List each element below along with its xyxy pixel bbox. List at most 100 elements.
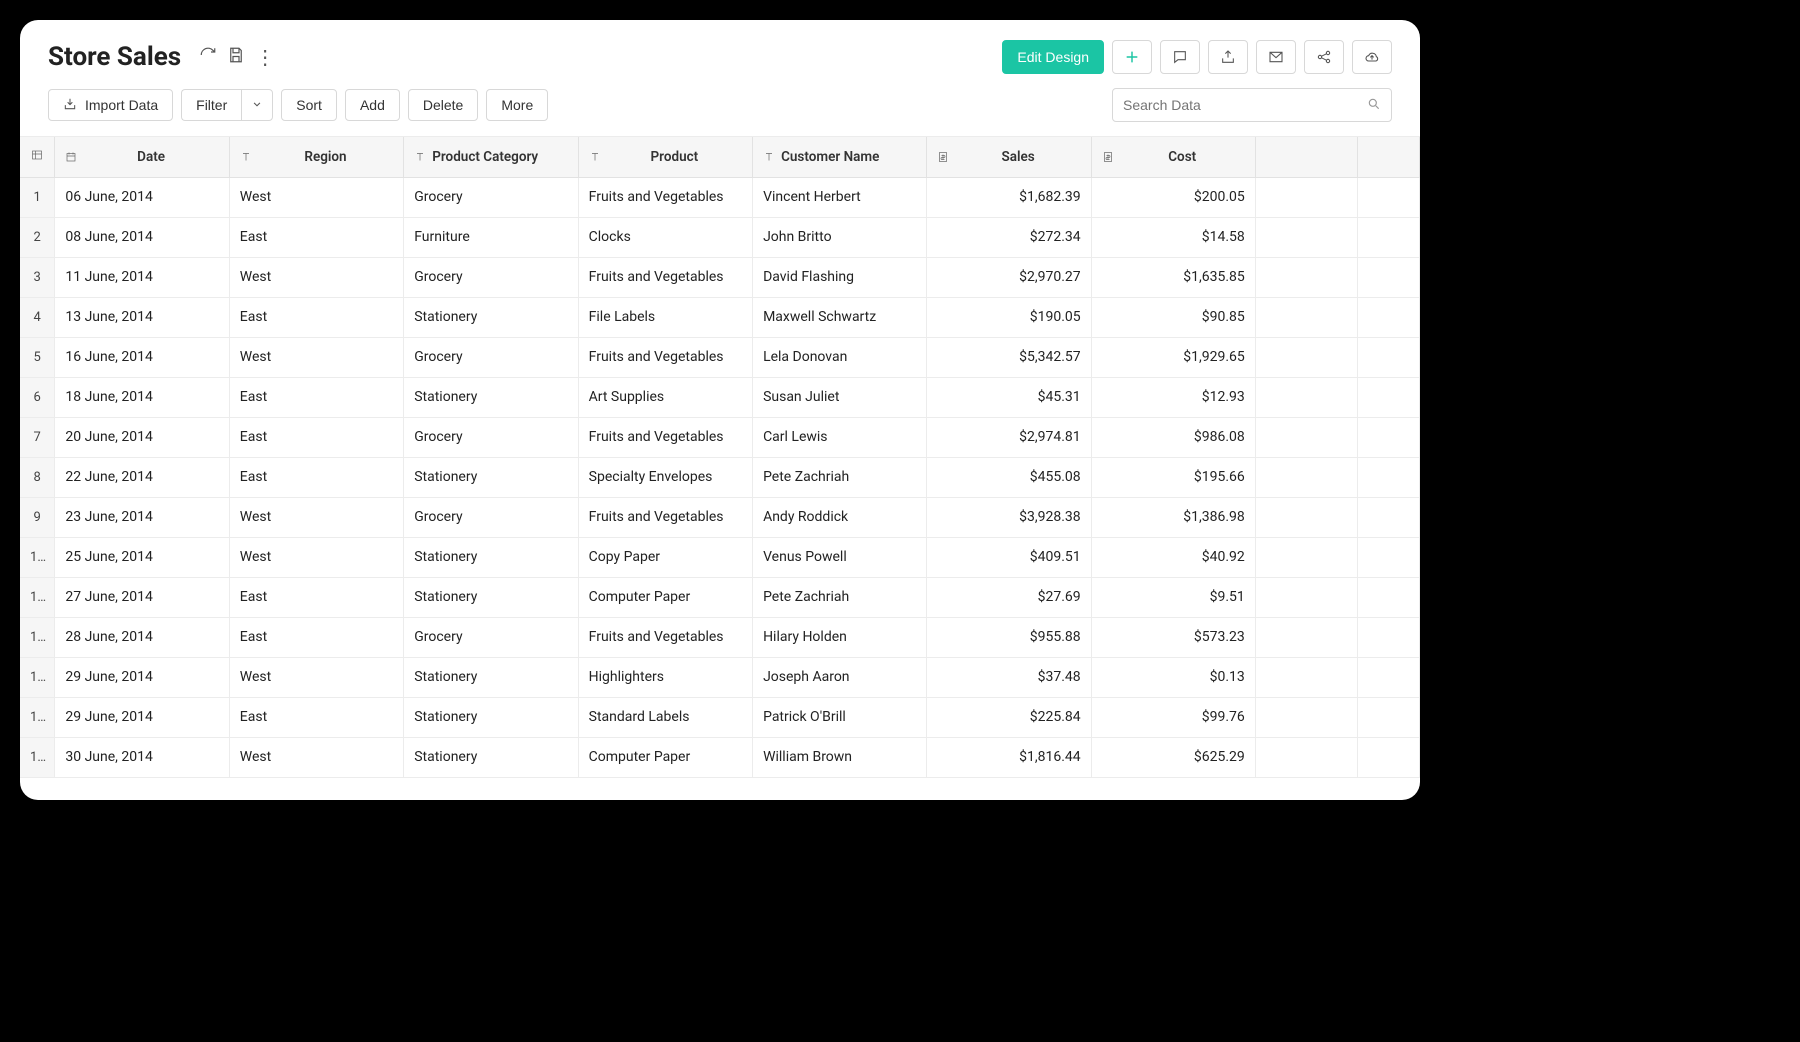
row-number: 6 [20, 377, 55, 417]
filter-button[interactable]: Filter [181, 89, 241, 121]
table-row[interactable]: 413 June, 2014EastStationeryFile LabelsM… [20, 297, 1420, 337]
cell-date: 20 June, 2014 [55, 417, 229, 457]
cell-category: Stationery [404, 297, 578, 337]
column-header-customer-name[interactable]: Customer Name [753, 137, 927, 177]
save-icon[interactable] [227, 46, 245, 68]
table-row[interactable]: 822 June, 2014EastStationerySpecialty En… [20, 457, 1420, 497]
table-row[interactable]: 516 June, 2014WestGroceryFruits and Vege… [20, 337, 1420, 377]
search-input[interactable] [1123, 97, 1367, 113]
cell-blank [1358, 617, 1420, 657]
mail-icon[interactable] [1256, 40, 1296, 74]
comment-icon[interactable] [1160, 40, 1200, 74]
page-title: Store Sales [48, 42, 181, 72]
column-header-date[interactable]: Date [55, 137, 229, 177]
cell-customer: Joseph Aaron [753, 657, 927, 697]
cell-cost: $195.66 [1091, 457, 1255, 497]
table-row[interactable]: 1329 June, 2014WestStationeryHighlighter… [20, 657, 1420, 697]
table-row[interactable]: 618 June, 2014EastStationeryArt Supplies… [20, 377, 1420, 417]
cell-product: Highlighters [578, 657, 752, 697]
sort-button[interactable]: Sort [281, 89, 337, 121]
column-header-label: Product Category [432, 149, 538, 165]
data-table: Date Region Product Category [20, 137, 1420, 778]
import-icon [63, 97, 77, 114]
cell-sales: $2,970.27 [927, 257, 1091, 297]
table-row[interactable]: 1228 June, 2014EastGroceryFruits and Veg… [20, 617, 1420, 657]
cell-blank [1255, 257, 1358, 297]
more-button[interactable]: More [486, 89, 548, 121]
header-actions: Edit Design [1002, 40, 1392, 74]
cell-blank [1255, 377, 1358, 417]
column-selector-header[interactable] [20, 137, 55, 177]
row-number: 4 [20, 297, 55, 337]
table-row[interactable]: 1127 June, 2014EastStationeryComputer Pa… [20, 577, 1420, 617]
row-number: 9 [20, 497, 55, 537]
header: Store Sales ⋮ Edit Design [20, 20, 1420, 84]
cell-blank [1358, 497, 1420, 537]
table-row[interactable]: 311 June, 2014WestGroceryFruits and Vege… [20, 257, 1420, 297]
cell-customer: Venus Powell [753, 537, 927, 577]
column-header-sales[interactable]: Sales [927, 137, 1091, 177]
table-row[interactable]: 1429 June, 2014EastStationeryStandard La… [20, 697, 1420, 737]
cell-region: West [229, 497, 403, 537]
table-row[interactable]: 720 June, 2014EastGroceryFruits and Vege… [20, 417, 1420, 457]
edit-design-button[interactable]: Edit Design [1002, 40, 1104, 74]
import-data-button[interactable]: Import Data [48, 89, 173, 121]
column-header-blank[interactable] [1255, 137, 1358, 177]
table-row[interactable]: 923 June, 2014WestGroceryFruits and Vege… [20, 497, 1420, 537]
cell-region: West [229, 177, 403, 217]
cell-blank [1255, 297, 1358, 337]
add-row-button[interactable]: Add [345, 89, 400, 121]
cell-customer: Pete Zachriah [753, 577, 927, 617]
cell-sales: $45.31 [927, 377, 1091, 417]
filter-dropdown-button[interactable] [241, 89, 273, 121]
cell-category: Stationery [404, 577, 578, 617]
cloud-icon[interactable] [1352, 40, 1392, 74]
cell-blank [1358, 537, 1420, 577]
cell-region: East [229, 417, 403, 457]
column-header-region[interactable]: Region [229, 137, 403, 177]
cell-region: West [229, 257, 403, 297]
column-header-cost[interactable]: Cost [1091, 137, 1255, 177]
cell-blank [1358, 177, 1420, 217]
row-number: 2 [20, 217, 55, 257]
share-icon[interactable] [1304, 40, 1344, 74]
delete-button[interactable]: Delete [408, 89, 478, 121]
text-type-icon [589, 151, 601, 163]
column-header-blank[interactable] [1358, 137, 1420, 177]
text-type-icon [763, 151, 775, 163]
row-number: 10 [20, 537, 55, 577]
cell-region: East [229, 297, 403, 337]
export-icon[interactable] [1208, 40, 1248, 74]
cell-region: West [229, 537, 403, 577]
row-number: 12 [20, 617, 55, 657]
more-options-icon[interactable]: ⋮ [255, 48, 275, 66]
table-row[interactable]: 1530 June, 2014WestStationeryComputer Pa… [20, 737, 1420, 777]
cell-customer: Patrick O'Brill [753, 697, 927, 737]
add-button[interactable] [1112, 40, 1152, 74]
column-header-product[interactable]: Product [578, 137, 752, 177]
cell-date: 11 June, 2014 [55, 257, 229, 297]
cell-date: 27 June, 2014 [55, 577, 229, 617]
table-row[interactable]: 1025 June, 2014WestStationeryCopy PaperV… [20, 537, 1420, 577]
cell-region: East [229, 377, 403, 417]
cell-sales: $455.08 [927, 457, 1091, 497]
column-header-label: Date [83, 149, 218, 165]
cell-product: Fruits and Vegetables [578, 257, 752, 297]
table-row[interactable]: 106 June, 2014WestGroceryFruits and Vege… [20, 177, 1420, 217]
cell-category: Stationery [404, 377, 578, 417]
row-number: 7 [20, 417, 55, 457]
cell-cost: $14.58 [1091, 217, 1255, 257]
search-box[interactable] [1112, 88, 1392, 122]
cell-cost: $0.13 [1091, 657, 1255, 697]
cell-date: 29 June, 2014 [55, 657, 229, 697]
column-header-label: Sales [955, 149, 1080, 165]
table-row[interactable]: 208 June, 2014EastFurnitureClocksJohn Br… [20, 217, 1420, 257]
cell-customer: Hilary Holden [753, 617, 927, 657]
cell-blank [1358, 417, 1420, 457]
cell-blank [1358, 737, 1420, 777]
cell-cost: $986.08 [1091, 417, 1255, 457]
refresh-icon[interactable] [199, 46, 217, 68]
cell-cost: $90.85 [1091, 297, 1255, 337]
cell-blank [1358, 377, 1420, 417]
column-header-product-category[interactable]: Product Category [404, 137, 578, 177]
